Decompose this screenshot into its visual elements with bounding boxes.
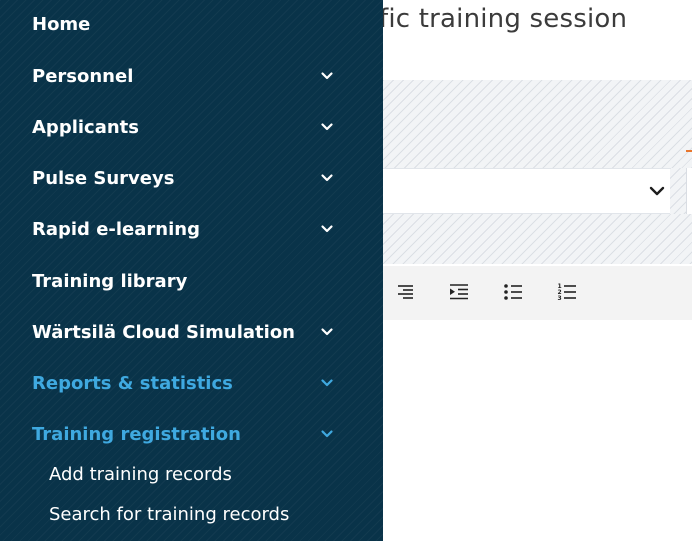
sidebar-item-label: Reports & statistics [32, 372, 233, 394]
submenu-item-label: Search for training records [49, 503, 290, 525]
secondary-input[interactable] [686, 168, 692, 214]
sidebar-item-label: Applicants [32, 116, 139, 138]
sidebar-item-label: Home [32, 13, 91, 35]
sidebar-item-label: Training library [32, 270, 188, 292]
sidebar-item-rapid-e-learning[interactable]: Rapid e-learning [32, 212, 342, 246]
submenu-item-add-training-records[interactable]: Add training records [49, 459, 232, 489]
chevron-down-icon [321, 328, 333, 336]
sidebar-item-label: Personnel [32, 65, 134, 87]
sidebar-item-applicants[interactable]: Applicants [32, 110, 342, 144]
sidebar-nav: Home Personnel Applicants Pulse Surveys … [0, 0, 383, 541]
chevron-down-icon [321, 123, 333, 131]
sidebar-item-label: Rapid e-learning [32, 218, 200, 240]
sidebar-item-personnel[interactable]: Personnel [32, 59, 342, 93]
form-section-background [383, 80, 692, 168]
sidebar-item-cloud-simulation[interactable]: Wärtsilä Cloud Simulation [32, 315, 342, 349]
svg-text:3: 3 [558, 295, 562, 302]
chevron-down-icon [321, 72, 333, 80]
editor-toolbar: 123 [383, 266, 692, 320]
form-section-background [383, 214, 692, 264]
sidebar-item-training-library[interactable]: Training library [32, 264, 342, 298]
chevron-down-icon [649, 186, 665, 196]
required-marker [686, 150, 692, 152]
bulleted-list-icon[interactable] [503, 282, 523, 302]
page-title: fic training session [379, 4, 628, 34]
submenu-item-search-training-records[interactable]: Search for training records [49, 499, 289, 529]
sidebar-item-label: Wärtsilä Cloud Simulation [32, 321, 295, 343]
sidebar-item-home[interactable]: Home [32, 7, 342, 41]
numbered-list-icon[interactable]: 123 [557, 282, 577, 302]
training-select[interactable] [383, 168, 670, 214]
sidebar-item-label: Pulse Surveys [32, 167, 175, 189]
indent-icon[interactable] [449, 282, 469, 302]
sidebar-item-label: Training registration [32, 423, 241, 445]
sidebar-item-pulse-surveys[interactable]: Pulse Surveys [32, 161, 342, 195]
chevron-down-icon [321, 379, 333, 387]
sidebar-item-reports-statistics[interactable]: Reports & statistics [32, 366, 342, 400]
chevron-down-icon [321, 430, 333, 438]
submenu-item-label: Add training records [49, 463, 232, 485]
align-right-icon[interactable] [396, 282, 416, 302]
chevron-down-icon [321, 225, 333, 233]
chevron-down-icon [321, 174, 333, 182]
sidebar-item-training-registration[interactable]: Training registration [32, 417, 342, 451]
